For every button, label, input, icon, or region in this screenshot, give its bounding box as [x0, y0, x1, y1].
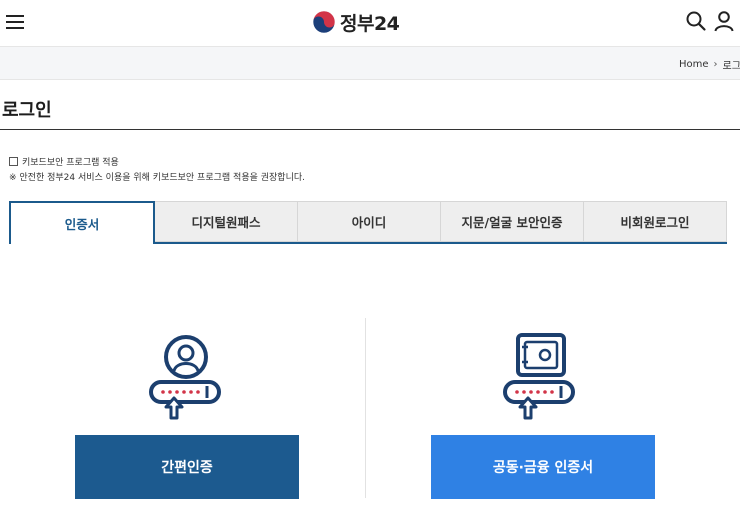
options-divider: [365, 318, 366, 498]
tab-id[interactable]: 아이디: [298, 201, 441, 242]
title-divider: [0, 129, 740, 130]
top-header: 정부24: [0, 0, 740, 46]
certificate-auth-icon: [503, 333, 575, 420]
breadcrumb-bar: Home › 로그인: [0, 46, 740, 80]
keyboard-security-checkbox[interactable]: [9, 157, 18, 166]
taegeuk-logo-icon: [312, 10, 336, 34]
tab-biometric[interactable]: 지문/얼굴 보안인증: [441, 201, 584, 242]
search-icon[interactable]: [685, 10, 707, 32]
simple-auth-icon: [149, 335, 221, 420]
logo-text: 정부24: [340, 12, 400, 35]
keyboard-security-label: 키보드보안 프로그램 적용: [22, 158, 119, 168]
simple-auth-button[interactable]: 간편인증: [75, 435, 299, 499]
breadcrumb-current: 로그인: [722, 61, 740, 72]
tab-certificate[interactable]: 인증서: [9, 201, 155, 244]
tab-digital-onepass[interactable]: 디지털원패스: [155, 201, 298, 242]
breadcrumb: Home › 로그인: [679, 57, 740, 72]
keyboard-security-option[interactable]: 키보드보안 프로그램 적용: [9, 155, 119, 168]
chevron-right-icon: ›: [713, 59, 718, 70]
page-title: 로그인: [2, 100, 52, 121]
site-logo[interactable]: 정부24: [312, 8, 400, 36]
tab-non-member[interactable]: 비회원로그인: [584, 201, 727, 242]
login-method-tabs: 인증서 디지털원패스 아이디 지문/얼굴 보안인증 비회원로그인: [9, 201, 727, 244]
user-icon[interactable]: [713, 10, 735, 32]
breadcrumb-home-link[interactable]: Home: [679, 59, 709, 70]
keyboard-security-notice: ※ 안전한 정부24 서비스 이용을 위해 키보드보안 프로그램 적용을 권장합…: [9, 173, 306, 183]
certificate-auth-button[interactable]: 공동·금융 인증서: [431, 435, 655, 499]
hamburger-menu-icon[interactable]: [6, 11, 26, 33]
